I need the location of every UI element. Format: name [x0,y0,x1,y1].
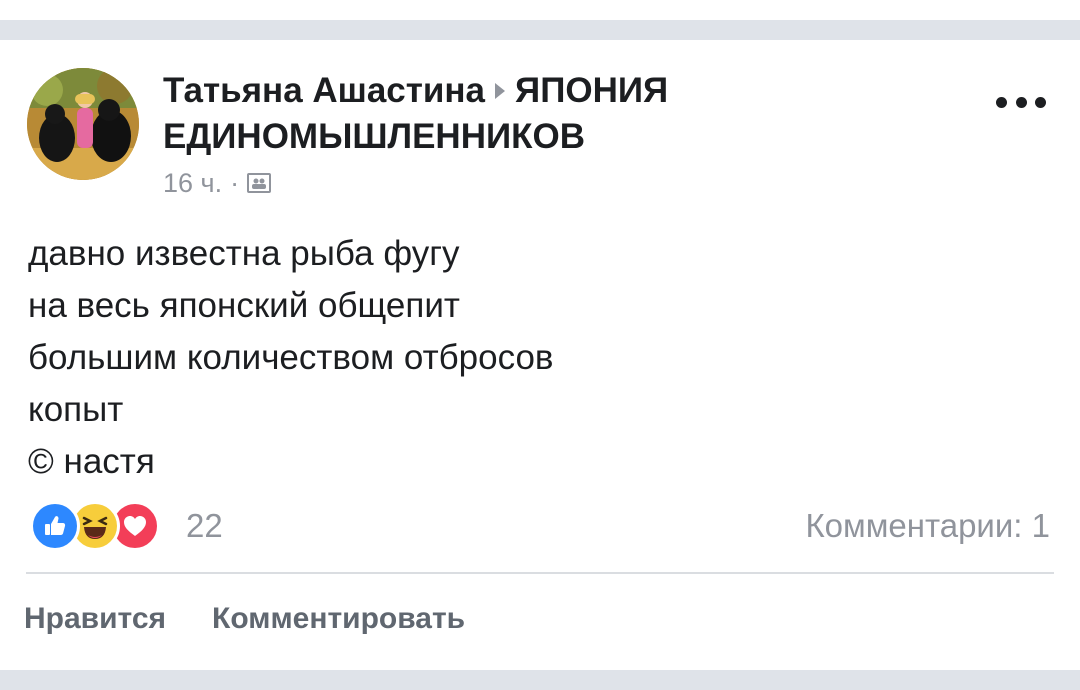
post-text-line: на весь японский общепит [28,286,460,325]
post-text-line: копыт [28,390,124,429]
post-text: давно известна рыба фугу на весь японски… [28,228,1028,488]
post-header: Татьяна Ашастина ЯПОНИЯ ЕДИНОМЫШЛЕННИКОВ … [163,68,923,200]
like-icon [30,501,80,551]
more-options-icon[interactable] [996,92,1046,112]
more-dot [996,96,1007,108]
comments-count[interactable]: Комментарии: 1 [805,502,1050,550]
post-text-line: большим количеством отбросов [28,338,554,377]
reaction-count[interactable]: 22 [186,507,223,545]
post-card: Татьяна Ашастина ЯПОНИЯ ЕДИНОМЫШЛЕННИКОВ … [0,40,1080,670]
post-text-line: давно известна рыба фугу [28,234,460,273]
feed-separator-bottom [0,670,1080,690]
more-dot [1035,96,1046,108]
reactions-summary[interactable]: 22 [30,501,223,551]
meta-separator: · [230,168,240,198]
more-dot [1015,96,1027,108]
like-button[interactable]: Нравится [24,602,166,636]
arrow-right-icon [495,82,506,99]
avatar-photo [27,68,139,180]
divider [26,572,1054,574]
group-icon [247,173,272,193]
author-line: Татьяна Ашастина ЯПОНИЯ ЕДИНОМЫШЛЕННИКОВ [163,68,923,160]
feed-separator-top [0,20,1080,40]
top-band [0,0,1080,20]
author-name[interactable]: Татьяна Ашастина [163,71,485,110]
comment-button[interactable]: Комментировать [212,602,465,636]
post-time[interactable]: 16 ч. [163,166,222,200]
avatar[interactable] [27,68,139,180]
action-bar: Нравится Комментировать [24,602,511,636]
post-meta: 16 ч. · [163,166,923,200]
post-text-line: © настя [28,442,155,481]
